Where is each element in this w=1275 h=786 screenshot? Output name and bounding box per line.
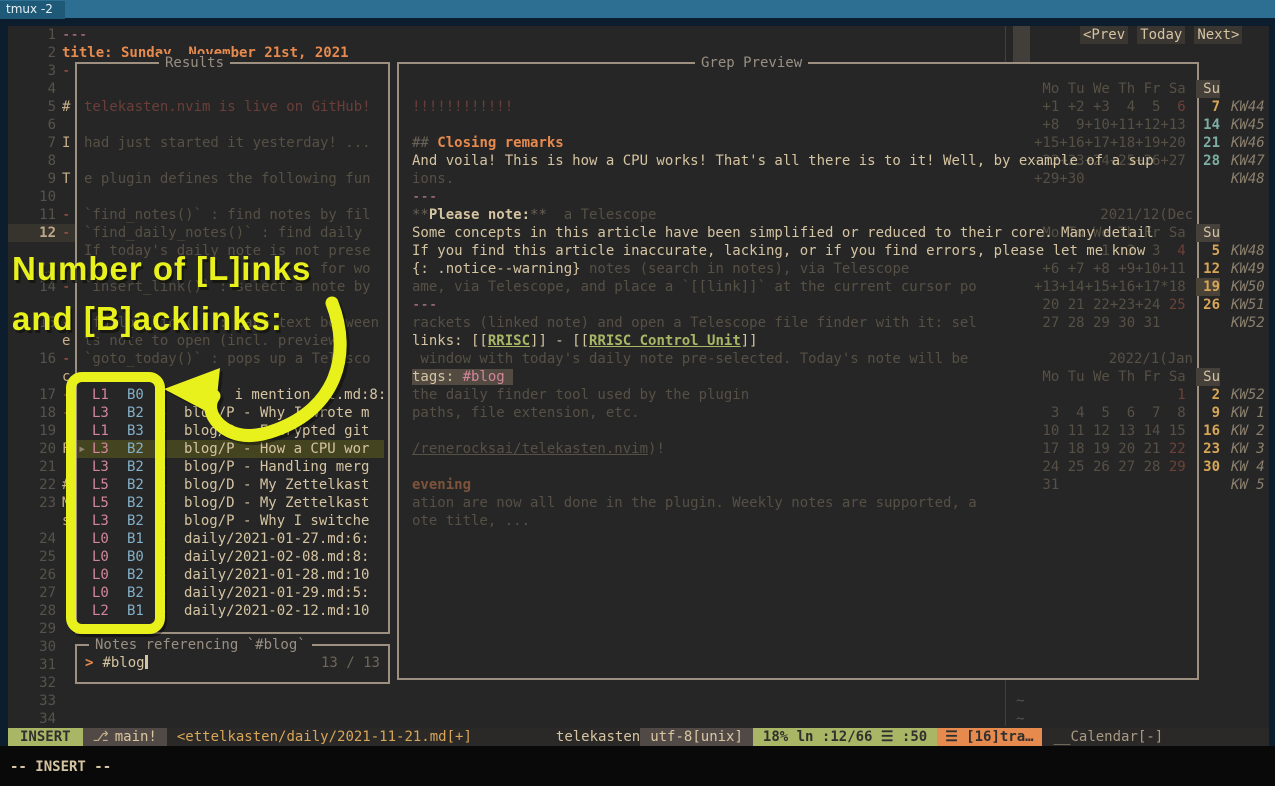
terminal-screen: tmux -2 1---2title: Sunday, November 21s… (0, 0, 1275, 786)
calendar-next-button[interactable]: Next> (1194, 26, 1242, 44)
calendar-weekday-header: Mo Tu We Th Fr Sa (1034, 80, 1186, 98)
command-line-area: -- INSERT -- (0, 746, 1275, 786)
results-entry[interactable]: L3B2⬇blog/P - Why I wrote m (77, 404, 384, 422)
calendar-week-days[interactable]: 20 21 22+23+24 25 (1034, 296, 1186, 314)
results-entry[interactable]: L1B0⬇ i mention it.md:8: (77, 386, 384, 404)
calendar-day[interactable]: 2 (1196, 386, 1220, 404)
mode-message: -- INSERT -- (10, 758, 111, 776)
calendar-week-days[interactable]: 17 18 19 20 21 22 (1034, 440, 1186, 458)
results-entry[interactable]: L3B2⬇blog/P - Why I switche (77, 512, 384, 530)
calendar-nav: <Prev Today Next> (1080, 26, 1242, 44)
filename: <ettelkasten/daily/2021-11-21.md[+] (167, 728, 482, 746)
calendar-week-days[interactable]: 10 11 12 13 14 15 (1034, 422, 1186, 440)
encoding-indicator: utf-8[unix] (640, 728, 753, 746)
results-title: Results (159, 54, 230, 72)
calendar-weekday-header: Mo Tu We Th Fr Sa (1034, 224, 1186, 242)
cursor-position: 18% ln :12/66 ☰ :50 (753, 728, 937, 746)
calendar-week-days[interactable]: +8 9+10+11+12+13 (1034, 116, 1186, 134)
calendar-weekday-su: Su (1196, 80, 1220, 98)
calendar-day[interactable]: 12 (1196, 260, 1220, 278)
tmux-title: tmux -2 (0, 1, 65, 19)
calendar-week-days[interactable]: 27 28 29 30 31 (1034, 314, 1160, 332)
calendar-today-button[interactable]: Today (1137, 26, 1185, 44)
search-input[interactable]: > #blog 13 / 13 (85, 654, 382, 672)
calendar-week-days[interactable]: +29+30 (1034, 170, 1085, 188)
calendar-week-days[interactable]: +13+14+15+16+17*18 (1034, 278, 1186, 296)
plugin-name: telekasten (556, 728, 640, 746)
calendar-day[interactable]: 16 (1196, 422, 1220, 440)
prompt-window: Notes referencing `#blog` >#blog 13 / 13 (75, 644, 390, 684)
calendar-week-days[interactable]: +1 +2 +3 4 5 6 (1034, 98, 1186, 116)
calendar-day[interactable]: 19 (1196, 278, 1220, 296)
calendar-week-days[interactable]: 1 2 3 4 (1034, 242, 1186, 260)
results-entry[interactable]: L1B3⬇blog/P - Encrypted git (77, 422, 384, 440)
scrollbar-thumb[interactable] (1013, 26, 1030, 62)
calendar-week-days[interactable]: +15+16+17+18+19+20 (1034, 134, 1186, 152)
results-entry[interactable]: L0B0⬇daily/2021-02-08.md:8: (77, 548, 384, 566)
calendar-window-status: __Calendar[-] (1042, 728, 1269, 746)
results-entry[interactable]: L0B1⬇daily/2021-01-27.md:6: (77, 530, 384, 548)
calendar-day[interactable]: 28 (1196, 152, 1220, 170)
calendar-day[interactable]: 23 (1196, 440, 1220, 458)
calendar-day[interactable]: 21 (1196, 134, 1220, 152)
result-counter: 13 / 13 (321, 654, 380, 672)
results-entry[interactable]: L0B2⬇daily/2021-01-28.md:10 (77, 566, 384, 584)
results-entry[interactable]: L5B2⬇blog/D - My Zettelkast (77, 494, 384, 512)
calendar-day[interactable]: 9 (1196, 404, 1220, 422)
calendar-day[interactable]: 14 (1196, 116, 1220, 134)
git-branch-icon: ⎇ (93, 729, 109, 745)
results-entry[interactable]: L2B1⬇daily/2021-02-12.md:10 (77, 602, 384, 620)
results-entry[interactable]: ▸L3B2⬇blog/P - How a CPU wor (77, 440, 384, 458)
calendar-week-days[interactable]: 1 (1034, 386, 1186, 404)
calendar-weekday-header: Mo Tu We Th Fr Sa (1034, 368, 1186, 386)
calendar-week-days[interactable]: 24 25 26 27 28 29 (1034, 458, 1186, 476)
calendar-weekday-su: Su (1196, 224, 1220, 242)
prompt-query: #blog (102, 655, 144, 671)
calendar-prev-button[interactable]: <Prev (1080, 26, 1128, 44)
tmux-titlebar: tmux -2 (0, 0, 1275, 18)
git-branch: ⎇ main! (83, 728, 167, 746)
calendar-week-days[interactable]: +22+23+24+25+26+27 (1034, 152, 1186, 170)
results-entry[interactable]: L0B2⬇daily/2021-01-29.md:5: (77, 584, 384, 602)
calendar-week-days[interactable]: 3 4 5 6 7 8 (1034, 404, 1186, 422)
tab-indicator: ☰ [16]tra… (937, 728, 1041, 746)
calendar-weekday-su: Su (1196, 368, 1220, 386)
calendar-day[interactable]: 5 (1196, 242, 1220, 260)
git-branch-label: main! (115, 729, 157, 745)
calendar-day[interactable]: 26 (1196, 296, 1220, 314)
prompt-caret: > (85, 655, 93, 671)
calendar-day[interactable]: 30 (1196, 458, 1220, 476)
calendar-week-days[interactable]: 31 (1034, 476, 1059, 494)
prompt-title: Notes referencing `#blog` (89, 636, 312, 654)
preview-title: Grep Preview (695, 54, 808, 72)
results-entry[interactable]: L5B2⬇blog/D - My Zettelkast (77, 476, 384, 494)
mode-indicator: INSERT (8, 728, 83, 746)
calendar-day[interactable]: 7 (1196, 98, 1220, 116)
calendar-week-days[interactable]: +6 +7 +8 +9+10+11 (1034, 260, 1186, 278)
statusline: INSERT ⎇ main! <ettelkasten/daily/2021-11… (8, 728, 1269, 746)
text-cursor-icon (145, 655, 148, 669)
results-entry[interactable]: L3B2⬇blog/P - Handling merg (77, 458, 384, 476)
